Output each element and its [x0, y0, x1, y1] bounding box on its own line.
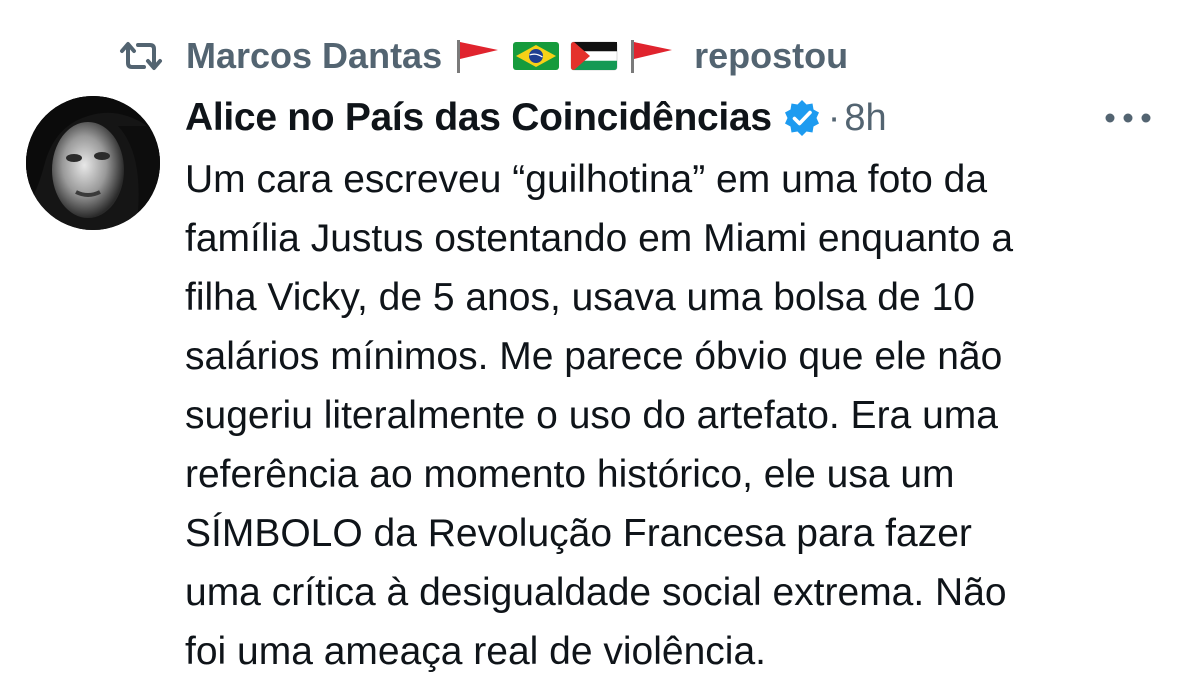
- tweet-text: Um cara escreveu “guilhotina” em uma fot…: [185, 150, 1170, 681]
- reposter-name[interactable]: Marcos Dantas: [186, 35, 442, 77]
- tweet-text-line: filha Vicky, de 5 anos, usava uma bolsa …: [185, 276, 975, 319]
- more-options-icon[interactable]: [1100, 100, 1160, 136]
- tweet-header: Alice no País das Coincidências · 8h: [185, 90, 887, 146]
- tweet-text-line: Um cara escreveu “guilhotina” em uma fot…: [185, 158, 988, 201]
- avatar[interactable]: [26, 96, 160, 230]
- tweet-text-line: SÍMBOLO da Revolução Francesa para fazer: [185, 512, 972, 555]
- brazil-flag-icon: [512, 38, 560, 74]
- tweet-text-line: salários mínimos. Me parece óbvio que el…: [185, 335, 1003, 378]
- verified-badge-icon: [782, 98, 822, 138]
- palestine-flag-icon: [570, 38, 618, 74]
- red-flag-icon: [454, 38, 502, 74]
- red-flag-icon: [628, 38, 676, 74]
- separator-dot: ·: [827, 96, 841, 139]
- repost-icon: [118, 36, 166, 76]
- tweet-text-line: foi uma ameaça real de violência.: [185, 630, 766, 673]
- repost-context[interactable]: Marcos Dantas repostou: [118, 34, 848, 78]
- tweet-text-line: sugeriu literalmente o uso do artefato. …: [185, 394, 998, 437]
- repost-label: repostou: [694, 35, 849, 76]
- timestamp[interactable]: 8h: [844, 97, 886, 140]
- tweet-text-line: uma crítica à desigualdade social extrem…: [185, 571, 1007, 614]
- reposter-flags: [454, 38, 676, 74]
- author-name[interactable]: Alice no País das Coincidências: [185, 96, 772, 140]
- tweet-text-line: família Justus ostentando em Miami enqua…: [185, 217, 1014, 260]
- tweet-text-line: referência ao momento histórico, ele usa…: [185, 453, 955, 496]
